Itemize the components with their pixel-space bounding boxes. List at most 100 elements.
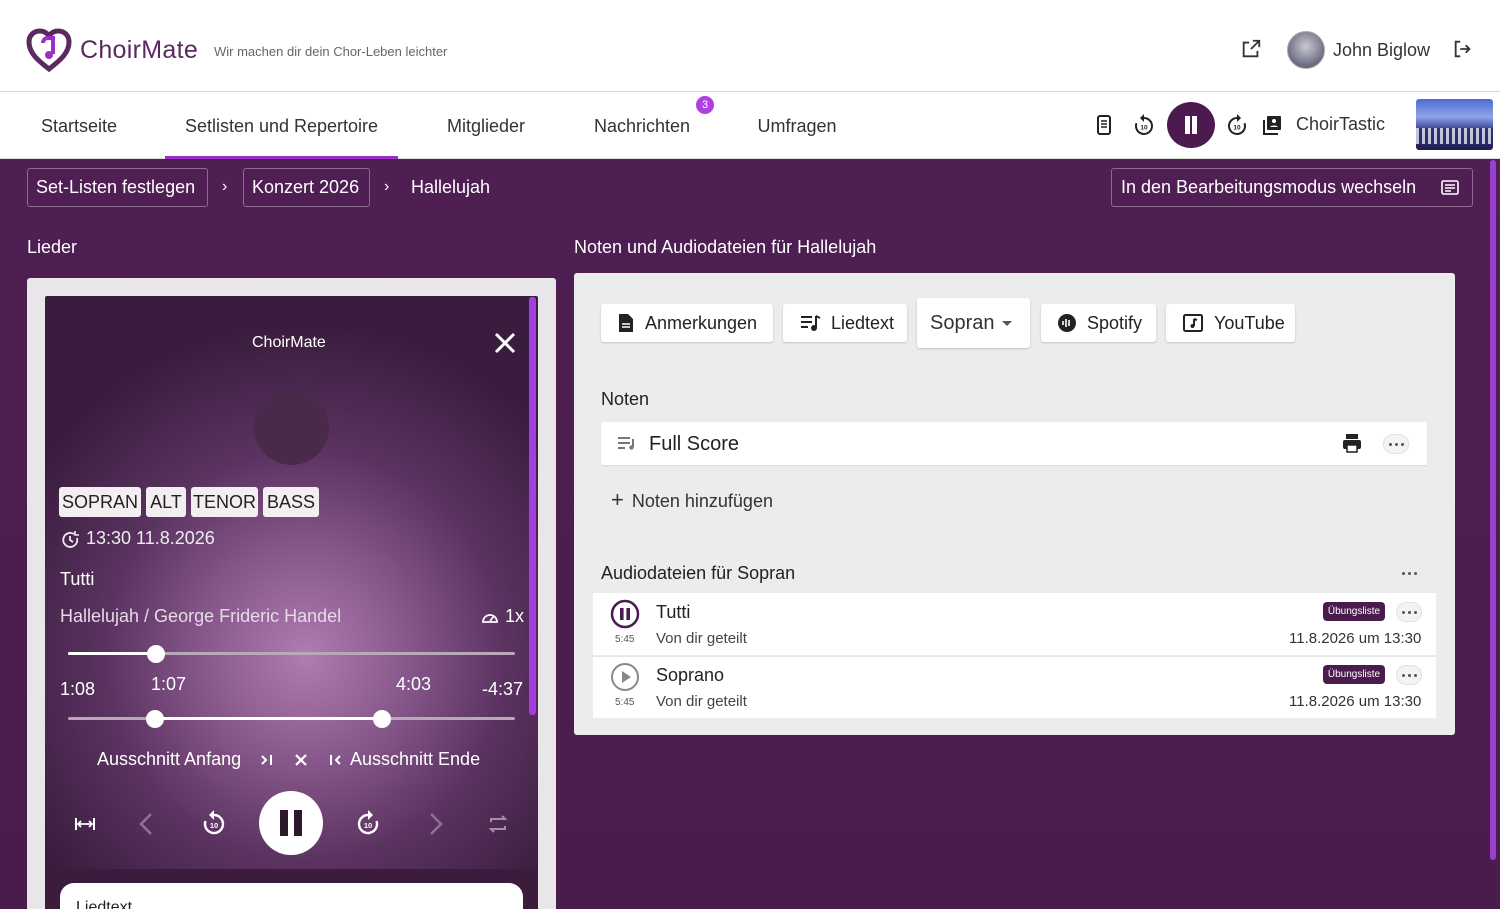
pause-button[interactable]: [259, 791, 323, 855]
segment-fill: [154, 717, 382, 720]
playlist-icon: [618, 437, 634, 450]
tab-nachrichten[interactable]: Nachrichten: [578, 93, 706, 159]
album-cover: [254, 390, 329, 465]
breadcrumb-chevron-icon: ›: [384, 178, 390, 195]
svg-text:10: 10: [1140, 125, 1148, 132]
breadcrumb-setlists[interactable]: Set-Listen festlegen: [27, 168, 208, 207]
rewind-10-icon[interactable]: 10: [200, 809, 228, 837]
remaining-time: -4:37: [482, 679, 524, 699]
scores-heading: Noten: [601, 389, 650, 409]
audio-row-more-icon[interactable]: [1396, 665, 1422, 685]
logout-icon[interactable]: [1452, 38, 1474, 60]
tab-startseite[interactable]: Startseite: [22, 93, 136, 159]
choir-name[interactable]: ChoirTastic: [1296, 114, 1385, 135]
lyrics-button-label: Liedtext: [831, 312, 895, 333]
repeat-icon[interactable]: [484, 810, 512, 838]
page-scrollbar[interactable]: [1490, 160, 1496, 860]
score-more-icon[interactable]: [1383, 434, 1409, 454]
songs-section-title: Lieder: [27, 237, 78, 257]
speed-icon[interactable]: [480, 608, 500, 628]
player-title: ChoirMate: [252, 334, 326, 351]
voice-select[interactable]: Sopran: [917, 298, 1030, 348]
audio-row-more-icon[interactable]: [1396, 602, 1422, 622]
global-pause-button[interactable]: [1167, 102, 1215, 148]
segment-end-button[interactable]: Ausschnitt Ende: [350, 749, 480, 770]
voice-chip-bass[interactable]: BASS: [263, 487, 319, 517]
svg-text:10: 10: [1233, 125, 1241, 132]
device-icon[interactable]: [1092, 113, 1116, 137]
spotify-button-label: Spotify: [1087, 312, 1143, 333]
pause-circle-icon[interactable]: [610, 599, 640, 629]
audio-title[interactable]: Soprano: [656, 665, 724, 686]
youtube-button[interactable]: YouTube: [1166, 304, 1295, 342]
breadcrumb-current: Hallelujah: [411, 177, 491, 197]
fit-width-icon[interactable]: [71, 810, 99, 838]
segment-start-handle[interactable]: [145, 710, 164, 728]
notes-button[interactable]: Anmerkungen: [601, 304, 773, 342]
edit-mode-label: In den Bearbeitungsmodus wechseln: [1121, 177, 1417, 197]
segment-start-button[interactable]: Ausschnitt Anfang: [97, 749, 241, 770]
segment-end-handle[interactable]: [372, 710, 391, 728]
play-circle-icon[interactable]: [610, 662, 640, 692]
playback-speed[interactable]: 1x: [505, 606, 524, 627]
close-icon[interactable]: [492, 330, 518, 356]
user-name[interactable]: John Biglow: [1333, 40, 1430, 61]
voice-chip-tenor[interactable]: TENOR: [191, 487, 258, 517]
scheduled-clock-icon: [62, 531, 79, 548]
set-start-icon[interactable]: [258, 751, 276, 769]
set-end-icon[interactable]: [326, 751, 344, 769]
brand-name[interactable]: ChoirMate: [80, 36, 198, 65]
edit-mode-icon: [1441, 180, 1459, 195]
youtube-button-label: YouTube: [1214, 312, 1285, 333]
segment-track[interactable]: [68, 717, 515, 720]
rewind-10-icon[interactable]: 10: [1132, 113, 1156, 137]
player-scrollbar[interactable]: [529, 297, 536, 715]
score-name[interactable]: Full Score: [649, 433, 739, 456]
previous-icon[interactable]: [133, 810, 161, 838]
progress-handle[interactable]: [146, 645, 165, 663]
audio-more-icon[interactable]: [1396, 563, 1422, 583]
elapsed-time: 1:08: [60, 679, 96, 699]
spotify-button[interactable]: Spotify: [1041, 304, 1156, 342]
lyrics-card-label: Liedtext: [76, 899, 133, 909]
segment-end-time: 4:03: [396, 674, 432, 694]
voice-chip-alt[interactable]: ALT: [146, 487, 186, 517]
print-icon[interactable]: [1341, 432, 1363, 454]
progress-fill: [68, 652, 156, 655]
svg-text:10: 10: [210, 821, 218, 830]
youtube-icon: [1183, 314, 1203, 332]
tab-umfragen[interactable]: Umfragen: [741, 93, 853, 159]
practice-list-badge[interactable]: Übungsliste: [1323, 665, 1385, 684]
open-external-icon[interactable]: [1240, 38, 1262, 60]
audio-title[interactable]: Tutti: [656, 602, 690, 623]
choirmate-logo-icon[interactable]: [26, 28, 72, 72]
breadcrumb-chevron-icon: ›: [222, 178, 228, 195]
audio-duration: 5:45: [615, 697, 635, 708]
audio-duration: 5:45: [615, 634, 635, 645]
breadcrumb-concert[interactable]: Konzert 2026: [243, 168, 370, 207]
edit-mode-button[interactable]: In den Bearbeitungsmodus wechseln: [1111, 168, 1473, 207]
tab-setlisten[interactable]: Setlisten und Repertoire: [165, 93, 398, 159]
tagline: Wir machen dir dein Chor-Leben leichter: [214, 44, 448, 59]
practice-list-badge[interactable]: Übungsliste: [1323, 602, 1385, 621]
messages-badge: 3: [696, 96, 714, 114]
track-name: Tutti: [60, 569, 95, 589]
choir-image[interactable]: [1416, 99, 1493, 150]
tab-mitglieder[interactable]: Mitglieder: [430, 93, 542, 159]
lyrics-button[interactable]: Liedtext: [783, 304, 907, 342]
progress-track[interactable]: [68, 652, 515, 655]
plus-icon: +: [611, 487, 624, 512]
clear-segment-icon[interactable]: [292, 751, 310, 769]
voice-chip-sopran[interactable]: SOPRAN: [59, 487, 141, 517]
forward-10-icon[interactable]: 10: [354, 809, 382, 837]
lyrics-card[interactable]: Liedtext: [60, 883, 523, 909]
audio-date: 11.8.2026 um 13:30: [1289, 630, 1422, 647]
add-notes-button[interactable]: + Noten hinzufügen: [611, 487, 773, 513]
notes-button-label: Anmerkungen: [645, 312, 758, 333]
forward-10-icon[interactable]: 10: [1225, 113, 1249, 137]
svg-text:10: 10: [364, 821, 372, 830]
library-icon[interactable]: [1260, 113, 1284, 137]
voice-select-value: Sopran: [930, 311, 995, 334]
next-icon[interactable]: [421, 810, 449, 838]
user-avatar[interactable]: [1287, 31, 1325, 69]
